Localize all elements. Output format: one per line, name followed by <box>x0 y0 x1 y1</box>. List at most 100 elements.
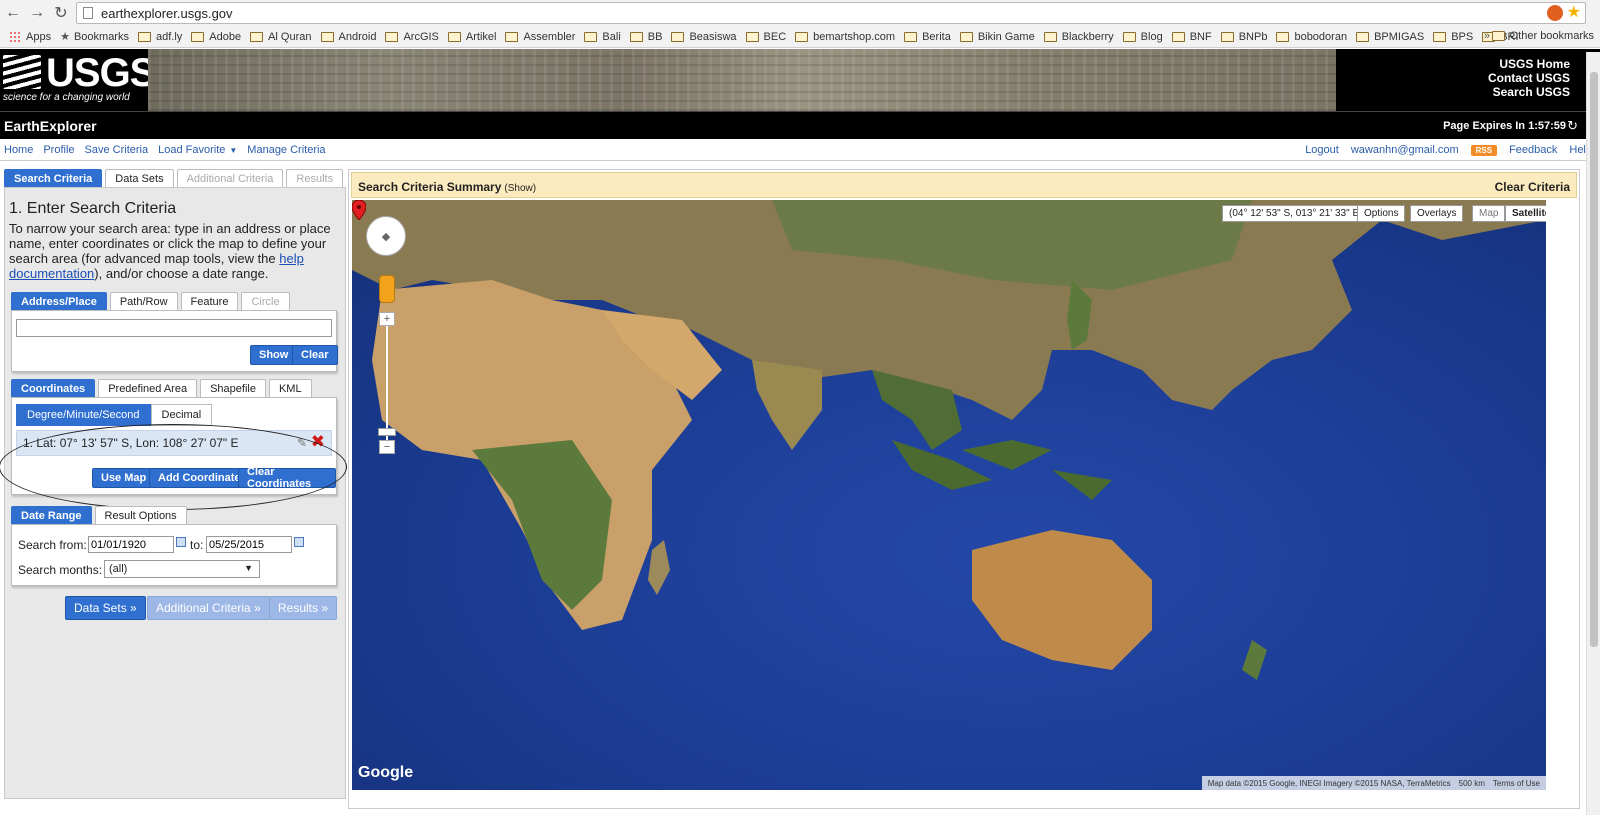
bookmark-folder[interactable]: BNPb <box>1220 31 1267 43</box>
bookmark-folder[interactable]: BPS <box>1433 31 1473 43</box>
bookmark-folder[interactable]: Bali <box>584 31 621 43</box>
bookmark-folder[interactable]: Blackberry <box>1043 31 1114 43</box>
tab-results[interactable]: Results <box>286 169 344 188</box>
tab-decimal[interactable]: Decimal <box>150 404 213 426</box>
bookmark-folder[interactable]: bobodoran <box>1276 31 1347 43</box>
street-view-pegman-icon[interactable] <box>379 275 395 303</box>
rss-icon[interactable]: RSS <box>1470 144 1498 156</box>
bookmark-star-icon[interactable]: ★ <box>1567 5 1581 21</box>
bookmark-folder[interactable]: Bikin Game <box>959 31 1035 43</box>
zoom-slider-thumb[interactable] <box>378 428 396 436</box>
bookmark-folder[interactable]: BNF <box>1171 31 1212 43</box>
tab-predefined-area[interactable]: Predefined Area <box>98 379 198 398</box>
folder-icon <box>584 31 598 42</box>
bookmarks-more-button[interactable]: » <box>1484 30 1490 42</box>
tab-feature[interactable]: Feature <box>180 292 239 311</box>
results-button[interactable]: Results » <box>269 596 338 620</box>
bookmark-folder[interactable]: ArcGIS <box>385 31 439 43</box>
scale-label: 500 km <box>1458 778 1485 788</box>
bookmark-folder[interactable]: BPMIGAS <box>1356 31 1424 43</box>
bookmark-bookmarks[interactable]: ★ Bookmarks <box>60 30 129 44</box>
calendar-icon[interactable] <box>176 537 186 547</box>
add-coordinate-button[interactable]: Add Coordinate <box>149 468 250 488</box>
menu-logout[interactable]: Logout <box>1305 144 1339 156</box>
bookmark-apps[interactable]: Apps <box>9 30 51 43</box>
bookmark-folder[interactable]: Blog <box>1122 31 1163 43</box>
menu-profile[interactable]: Profile <box>43 144 74 156</box>
other-bookmarks[interactable]: Other bookmarks <box>1491 30 1594 42</box>
tab-shapefile[interactable]: Shapefile <box>200 379 266 398</box>
bookmark-folder[interactable]: Berita <box>904 31 951 43</box>
folder-icon <box>250 31 264 42</box>
extension-icon[interactable] <box>1546 5 1563 21</box>
zoom-in-icon[interactable]: + <box>379 312 395 326</box>
tab-coordinates[interactable]: Coordinates <box>11 379 96 398</box>
tab-path-row[interactable]: Path/Row <box>109 292 178 311</box>
clear-address-button[interactable]: Clear <box>292 345 338 365</box>
clear-criteria-button[interactable]: Clear Criteria <box>1495 180 1570 194</box>
bookmark-folder[interactable]: Android <box>320 31 376 43</box>
bookmark-folder[interactable]: Al Quran <box>250 31 312 43</box>
zoom-out-icon[interactable]: − <box>379 440 395 454</box>
refresh-icon[interactable]: ↻ <box>1567 118 1578 134</box>
tab-kml[interactable]: KML <box>268 379 312 398</box>
coordinate-tabs: Coordinates Predefined Area Shapefile KM… <box>11 379 312 398</box>
data-sets-button[interactable]: Data Sets » <box>65 596 146 620</box>
page-scrollbar[interactable] <box>1586 52 1600 815</box>
tab-degree-minute-second[interactable]: Degree/Minute/Second <box>16 404 151 426</box>
tab-address-place[interactable]: Address/Place <box>11 292 107 311</box>
edit-icon[interactable]: ✎ <box>297 436 307 450</box>
scrollbar-thumb[interactable] <box>1590 72 1598 647</box>
additional-criteria-button[interactable]: Additional Criteria » <box>147 596 270 620</box>
delete-icon[interactable]: ✖ <box>311 432 325 452</box>
tab-result-options[interactable]: Result Options <box>94 506 187 525</box>
map-canvas[interactable]: ◆ + − (04° 12' 53" S, 013° 21' 33" E) Op… <box>352 200 1546 790</box>
menu-load-favorite[interactable]: Load Favorite ▼ <box>158 144 237 156</box>
tab-circle[interactable]: Circle <box>241 292 290 311</box>
usgs-logo[interactable]: USGS science for a changing world <box>0 49 156 111</box>
tab-search-criteria[interactable]: Search Criteria <box>4 169 103 188</box>
date-from-input[interactable] <box>88 536 174 553</box>
calendar-icon[interactable] <box>294 537 304 547</box>
clear-coordinates-button[interactable]: Clear Coordinates <box>238 466 336 490</box>
summary-show-link[interactable]: (Show) <box>504 183 536 194</box>
usgs-home-link[interactable]: USGS Home <box>1488 57 1570 71</box>
bookmark-folder[interactable]: BEC <box>745 31 786 43</box>
date-to-input[interactable] <box>206 536 292 553</box>
bookmark-folder[interactable]: bemartshop.com <box>795 31 895 43</box>
options-button[interactable]: Options <box>1357 205 1406 222</box>
address-input[interactable] <box>16 319 332 337</box>
tab-date-range[interactable]: Date Range <box>11 506 92 525</box>
search-months-select[interactable]: (all) ▼ <box>104 560 260 578</box>
menu-manage-criteria[interactable]: Manage Criteria <box>247 144 325 156</box>
reload-icon[interactable]: ↻ <box>50 2 72 24</box>
pan-control[interactable]: ◆ <box>366 216 406 256</box>
search-usgs-link[interactable]: Search USGS <box>1488 85 1570 99</box>
tab-additional-criteria[interactable]: Additional Criteria <box>176 169 284 188</box>
bookmark-folder[interactable]: Adobe <box>191 31 241 43</box>
overlays-button[interactable]: Overlays <box>1410 205 1464 222</box>
bookmark-folder[interactable]: Assembler <box>505 31 575 43</box>
contact-usgs-link[interactable]: Contact USGS <box>1488 71 1570 85</box>
show-button[interactable]: Show <box>250 345 298 365</box>
map-type-map-button[interactable]: Map <box>1472 205 1506 222</box>
map-type-satellite-button[interactable]: Satellite <box>1505 205 1546 222</box>
menu-home[interactable]: Home <box>4 144 33 156</box>
location-marker-icon[interactable] <box>352 200 366 220</box>
use-map-button[interactable]: Use Map <box>92 468 156 488</box>
tab-data-sets[interactable]: Data Sets <box>105 169 174 188</box>
folder-icon <box>1356 31 1370 42</box>
forward-icon[interactable]: → <box>26 2 48 24</box>
back-icon[interactable]: ← <box>2 2 24 24</box>
bookmark-folder[interactable]: Artikel <box>447 31 496 43</box>
user-email[interactable]: wawanhn@gmail.com <box>1351 144 1459 156</box>
aerial-image <box>148 49 1336 111</box>
address-bar[interactable]: earthexplorer.usgs.gov ★ <box>76 2 1586 24</box>
menu-save-criteria[interactable]: Save Criteria <box>85 144 149 156</box>
terms-of-use-link[interactable]: Terms of Use <box>1493 779 1540 788</box>
folder-icon <box>320 31 334 42</box>
menu-feedback[interactable]: Feedback <box>1509 144 1557 156</box>
bookmark-folder[interactable]: BB <box>629 31 662 43</box>
bookmark-folder[interactable]: Beasiswa <box>671 31 737 43</box>
bookmark-folder[interactable]: adf.ly <box>137 31 182 43</box>
